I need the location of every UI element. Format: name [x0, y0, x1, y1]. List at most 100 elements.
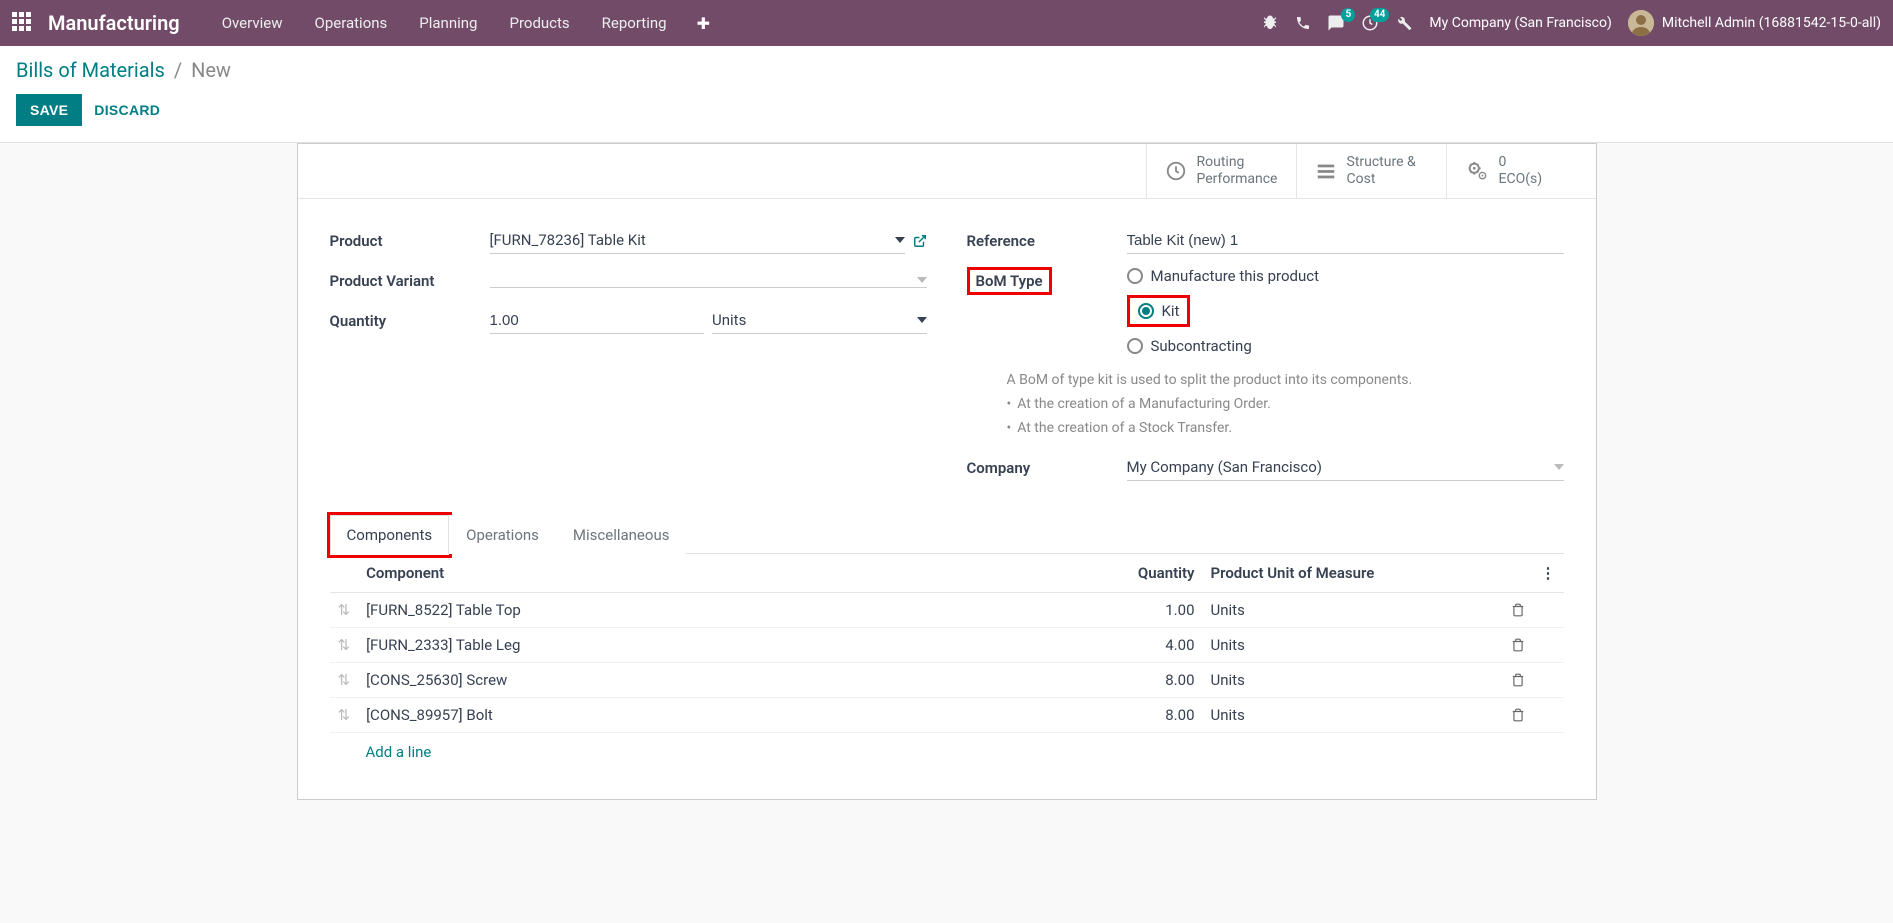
- delete-row-icon[interactable]: [1503, 592, 1533, 627]
- table-row[interactable]: ⇅[FURN_8522] Table Top1.00Units: [330, 592, 1564, 627]
- radio-icon: [1127, 338, 1143, 354]
- save-button[interactable]: SAVE: [16, 94, 82, 126]
- stat-line1: Routing: [1197, 154, 1278, 171]
- breadcrumb-sep: /: [174, 58, 182, 82]
- messages-icon[interactable]: 5: [1327, 14, 1345, 32]
- reference-input[interactable]: [1127, 228, 1564, 254]
- cogs-icon: [1465, 160, 1489, 182]
- menu-operations[interactable]: Operations: [301, 4, 402, 43]
- user-menu[interactable]: Mitchell Admin (16881542-15-0-all): [1628, 10, 1881, 36]
- stat-line1: 0: [1499, 154, 1543, 171]
- app-brand[interactable]: Manufacturing: [48, 11, 180, 35]
- discard-button[interactable]: DISCARD: [94, 102, 160, 118]
- cell-uom[interactable]: Units: [1203, 627, 1503, 662]
- radio-icon: [1138, 303, 1154, 319]
- radio-subcontracting[interactable]: Subcontracting: [1127, 337, 1564, 355]
- th-component[interactable]: Component: [358, 554, 1102, 593]
- label-quantity: Quantity: [330, 312, 490, 330]
- stat-ecos[interactable]: 0 ECO(s): [1446, 144, 1596, 198]
- chevron-down-icon: [1554, 464, 1564, 470]
- table-row[interactable]: ⇅[FURN_2333] Table Leg4.00Units: [330, 627, 1564, 662]
- chevron-down-icon: [917, 277, 927, 283]
- cell-uom[interactable]: Units: [1203, 592, 1503, 627]
- delete-row-icon[interactable]: [1503, 627, 1533, 662]
- label-company: Company: [967, 459, 1127, 477]
- add-line-link[interactable]: Add a line: [330, 733, 1564, 771]
- drag-handle-icon[interactable]: ⇅: [330, 592, 359, 627]
- menu-products[interactable]: Products: [495, 4, 583, 43]
- activities-icon[interactable]: 44: [1361, 14, 1379, 32]
- stat-line2: ECO(s): [1499, 171, 1543, 188]
- drag-handle-icon[interactable]: ⇅: [330, 662, 359, 697]
- control-panel: Bills of Materials / New SAVE DISCARD: [0, 46, 1893, 143]
- optional-columns-icon[interactable]: ⋮: [1533, 554, 1564, 593]
- cell-quantity[interactable]: 8.00: [1103, 662, 1203, 697]
- product-value: [FURN_78236] Table Kit: [490, 231, 646, 249]
- breadcrumb-parent[interactable]: Bills of Materials: [16, 58, 165, 82]
- external-link-icon[interactable]: [913, 234, 927, 248]
- company-switcher[interactable]: My Company (San Francisco): [1429, 15, 1611, 31]
- menu-planning[interactable]: Planning: [405, 4, 491, 43]
- cell-component[interactable]: [FURN_8522] Table Top: [358, 592, 1102, 627]
- top-nav: Manufacturing Overview Operations Planni…: [0, 0, 1893, 46]
- tools-icon[interactable]: [1395, 14, 1413, 32]
- stat-structure-cost[interactable]: Structure & Cost: [1296, 144, 1446, 198]
- tab-miscellaneous[interactable]: Miscellaneous: [556, 515, 687, 554]
- cell-uom[interactable]: Units: [1203, 662, 1503, 697]
- stat-routing-performance[interactable]: Routing Performance: [1146, 144, 1296, 198]
- table-row[interactable]: ⇅[CONS_89957] Bolt8.00Units: [330, 697, 1564, 732]
- label-product: Product: [330, 232, 490, 250]
- radio-label: Kit: [1162, 302, 1180, 320]
- table-row[interactable]: ⇅[CONS_25630] Screw8.00Units: [330, 662, 1564, 697]
- th-uom[interactable]: Product Unit of Measure: [1203, 554, 1503, 593]
- radio-label: Manufacture this product: [1151, 267, 1320, 285]
- chevron-down-icon: [895, 237, 905, 243]
- th-quantity[interactable]: Quantity: [1103, 554, 1203, 593]
- radio-manufacture[interactable]: Manufacture this product: [1127, 267, 1564, 285]
- avatar: [1628, 10, 1654, 36]
- label-bom-type: BoM Type: [967, 267, 1127, 295]
- drag-handle-icon[interactable]: ⇅: [330, 627, 359, 662]
- help-bullet: At the creation of a Stock Transfer.: [1007, 417, 1564, 439]
- cell-quantity[interactable]: 4.00: [1103, 627, 1203, 662]
- menu-overview[interactable]: Overview: [208, 4, 297, 43]
- breadcrumb: Bills of Materials / New: [16, 58, 1877, 82]
- drag-handle-icon[interactable]: ⇅: [330, 697, 359, 732]
- apps-icon[interactable]: [12, 12, 34, 34]
- bom-type-help: A BoM of type kit is used to split the p…: [1007, 369, 1564, 440]
- radio-kit[interactable]: Kit: [1138, 298, 1180, 324]
- tab-components[interactable]: Components: [330, 515, 450, 554]
- menu-add-icon[interactable]: ✚: [685, 4, 722, 43]
- delete-row-icon[interactable]: [1503, 697, 1533, 732]
- clock-icon: [1165, 160, 1187, 182]
- cell-quantity[interactable]: 8.00: [1103, 697, 1203, 732]
- phone-icon[interactable]: [1295, 15, 1311, 31]
- delete-row-icon[interactable]: [1503, 662, 1533, 697]
- cell-component[interactable]: [CONS_25630] Screw: [358, 662, 1102, 697]
- radio-label: Subcontracting: [1151, 337, 1252, 355]
- messages-badge: 5: [1341, 8, 1355, 22]
- company-select[interactable]: My Company (San Francisco): [1127, 454, 1564, 481]
- radio-icon: [1127, 268, 1143, 284]
- stat-line2: Cost: [1347, 171, 1416, 188]
- uom-select[interactable]: Units: [712, 307, 927, 334]
- tab-operations[interactable]: Operations: [449, 515, 556, 554]
- cell-uom[interactable]: Units: [1203, 697, 1503, 732]
- help-intro: A BoM of type kit is used to split the p…: [1007, 369, 1564, 391]
- variant-select[interactable]: [490, 273, 927, 288]
- user-name: Mitchell Admin (16881542-15-0-all): [1662, 15, 1881, 31]
- chevron-down-icon: [917, 317, 927, 323]
- activities-badge: 44: [1370, 8, 1389, 22]
- stat-button-box: Routing Performance Structure & Cost 0: [298, 144, 1596, 199]
- cell-quantity[interactable]: 1.00: [1103, 592, 1203, 627]
- debug-icon[interactable]: [1261, 14, 1279, 32]
- quantity-input[interactable]: [490, 307, 705, 334]
- menu-reporting[interactable]: Reporting: [588, 4, 681, 43]
- main-menu: Overview Operations Planning Products Re…: [208, 4, 722, 43]
- stat-line1: Structure &: [1347, 154, 1416, 171]
- product-select[interactable]: [FURN_78236] Table Kit: [490, 227, 905, 254]
- cell-component[interactable]: [CONS_89957] Bolt: [358, 697, 1102, 732]
- breadcrumb-current: New: [191, 58, 231, 82]
- systray: 5 44 My Company (San Francisco) Mitchell…: [1261, 10, 1881, 36]
- cell-component[interactable]: [FURN_2333] Table Leg: [358, 627, 1102, 662]
